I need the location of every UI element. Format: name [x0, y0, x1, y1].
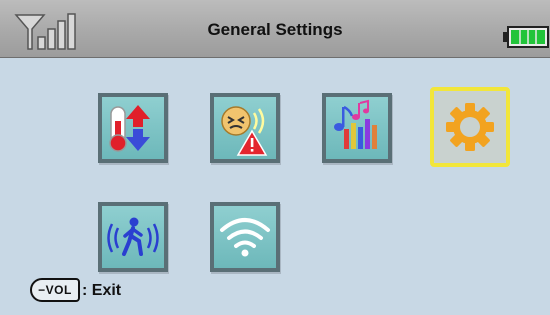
- gear-icon: [446, 103, 494, 151]
- menu-item-temperature[interactable]: [98, 93, 168, 163]
- exit-label: : Exit: [82, 282, 122, 299]
- wifi-icon: [220, 218, 270, 257]
- music-equalizer-icon: [334, 99, 377, 149]
- menu-item-wifi[interactable]: [210, 202, 280, 272]
- vol-key-icon: −VOL: [30, 278, 80, 302]
- header-bar: General Settings: [0, 0, 550, 58]
- menu-item-noise-alert[interactable]: [210, 93, 280, 163]
- motion-sensor-icon: [107, 217, 159, 256]
- noise-alert-icon: [221, 106, 268, 156]
- temperature-icon: [109, 105, 150, 152]
- menu-item-general-settings[interactable]: [430, 87, 510, 167]
- screen: General Settings −VOL: Exit: [0, 0, 550, 315]
- battery-full-icon: [503, 26, 549, 48]
- menu-item-motion-sensor[interactable]: [98, 202, 168, 272]
- page-title: General Settings: [207, 20, 343, 39]
- menu-item-music-equalizer[interactable]: [322, 93, 392, 163]
